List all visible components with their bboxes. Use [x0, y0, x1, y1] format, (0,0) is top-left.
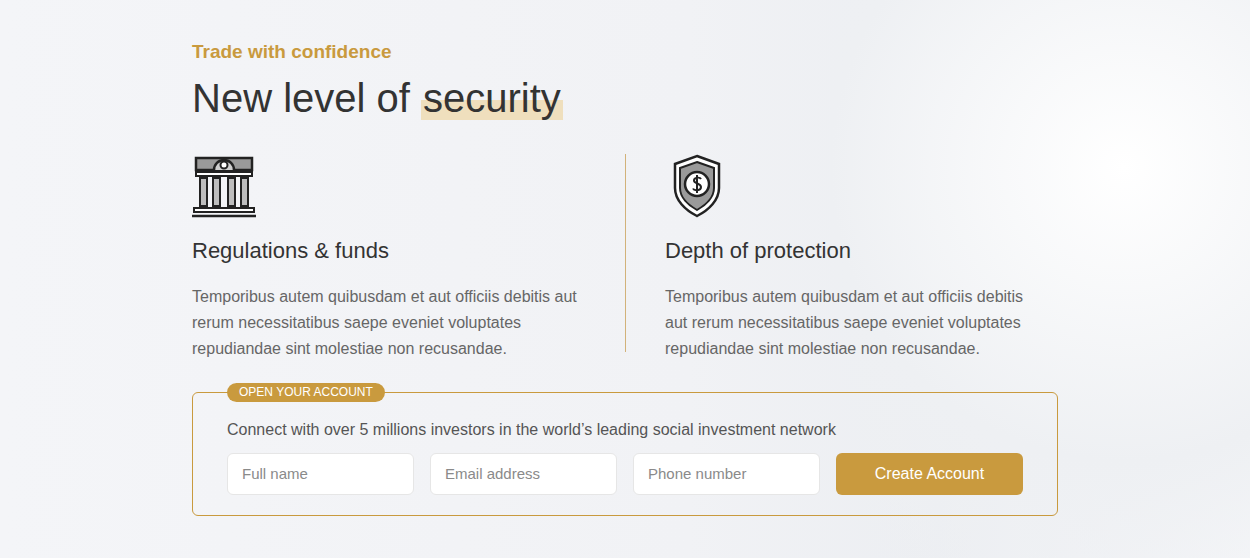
feature-title: Regulations & funds — [192, 238, 595, 264]
feature-divider — [625, 154, 626, 352]
feature-text: Temporibus autem quibusdam et aut offici… — [192, 284, 595, 362]
security-section: Trade with confidence New level of secur… — [0, 0, 1250, 558]
signup-box: OPEN YOUR ACCOUNT Connect with over 5 mi… — [192, 392, 1058, 516]
heading-highlight: security — [421, 76, 563, 120]
signup-form: Create Account — [227, 453, 1023, 495]
feature-text: Temporibus autem quibusdam et aut offici… — [665, 284, 1048, 362]
shield-dollar-icon — [665, 154, 729, 218]
bank-icon — [192, 154, 256, 218]
signup-badge: OPEN YOUR ACCOUNT — [227, 383, 385, 402]
full-name-input[interactable] — [227, 453, 414, 495]
heading: New level of security — [192, 74, 1058, 122]
feature-card: Depth of protection Temporibus autem qui… — [626, 154, 1058, 362]
feature-title: Depth of protection — [665, 238, 1048, 264]
eyebrow: Trade with confidence — [192, 40, 1058, 64]
feature-card: Regulations & funds Temporibus autem qui… — [192, 154, 625, 362]
create-account-button[interactable]: Create Account — [836, 453, 1023, 495]
features: Regulations & funds Temporibus autem qui… — [192, 154, 1058, 362]
email-input[interactable] — [430, 453, 617, 495]
signup-text: Connect with over 5 millions investors i… — [227, 419, 1023, 441]
phone-input[interactable] — [633, 453, 820, 495]
